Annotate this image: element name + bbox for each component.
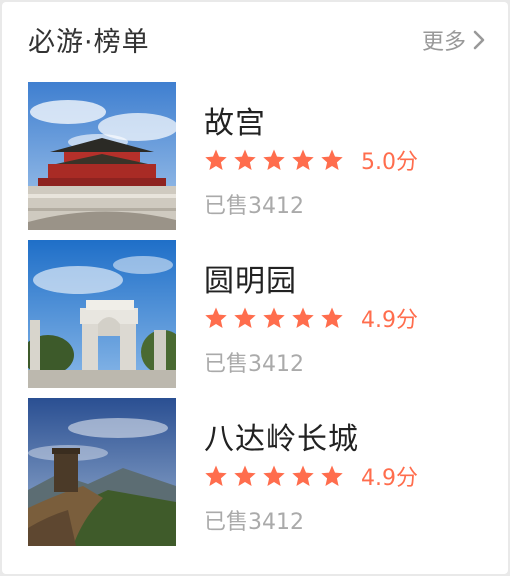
star-icon — [263, 149, 285, 170]
score: 4.9分 — [361, 308, 418, 333]
ranking-card: 必游·榜单 更多 故宫 5.0分 已售3412 圆明园 4.9分 已售3412 … — [2, 2, 508, 574]
sold-count: 已售3412 — [204, 510, 304, 535]
star-rating — [204, 464, 349, 488]
list-item[interactable]: 故宫 5.0分 已售3412 — [28, 82, 488, 230]
star-rating — [204, 306, 349, 330]
sold-count: 已售3412 — [204, 352, 304, 377]
item-name: 八达岭长城 — [204, 422, 359, 457]
star-rating — [204, 148, 349, 172]
star-icon — [321, 465, 343, 486]
star-icon — [205, 307, 227, 328]
yuanmingyuan-ruins-photo — [28, 240, 176, 388]
star-icon — [263, 307, 285, 328]
score: 4.9分 — [361, 466, 418, 491]
list-item[interactable]: 八达岭长城 4.9分 已售3412 — [28, 398, 488, 546]
great-wall-photo — [28, 398, 176, 546]
chevron-right-icon — [473, 30, 485, 50]
more-label: 更多 — [421, 30, 466, 55]
star-icon — [234, 149, 256, 170]
rating: 4.9分 — [204, 302, 418, 334]
star-icon — [205, 465, 227, 486]
star-icon — [321, 307, 343, 328]
rating: 4.9分 — [204, 460, 418, 492]
forbidden-city-photo — [28, 82, 176, 230]
star-icon — [321, 149, 343, 170]
item-name: 故宫 — [204, 106, 266, 141]
section-title: 必游·榜单 — [28, 27, 150, 58]
item-name: 圆明园 — [204, 264, 297, 299]
star-icon — [292, 307, 314, 328]
score: 5.0分 — [361, 150, 418, 175]
star-icon — [263, 465, 285, 486]
sold-count: 已售3412 — [204, 194, 304, 219]
star-icon — [234, 307, 256, 328]
star-icon — [292, 149, 314, 170]
star-icon — [234, 465, 256, 486]
star-icon — [205, 149, 227, 170]
star-icon — [292, 465, 314, 486]
more-link[interactable]: 更多 — [422, 24, 486, 56]
rating: 5.0分 — [204, 144, 418, 176]
card-header: 必游·榜单 更多 — [2, 2, 508, 78]
list-item[interactable]: 圆明园 4.9分 已售3412 — [28, 240, 488, 388]
